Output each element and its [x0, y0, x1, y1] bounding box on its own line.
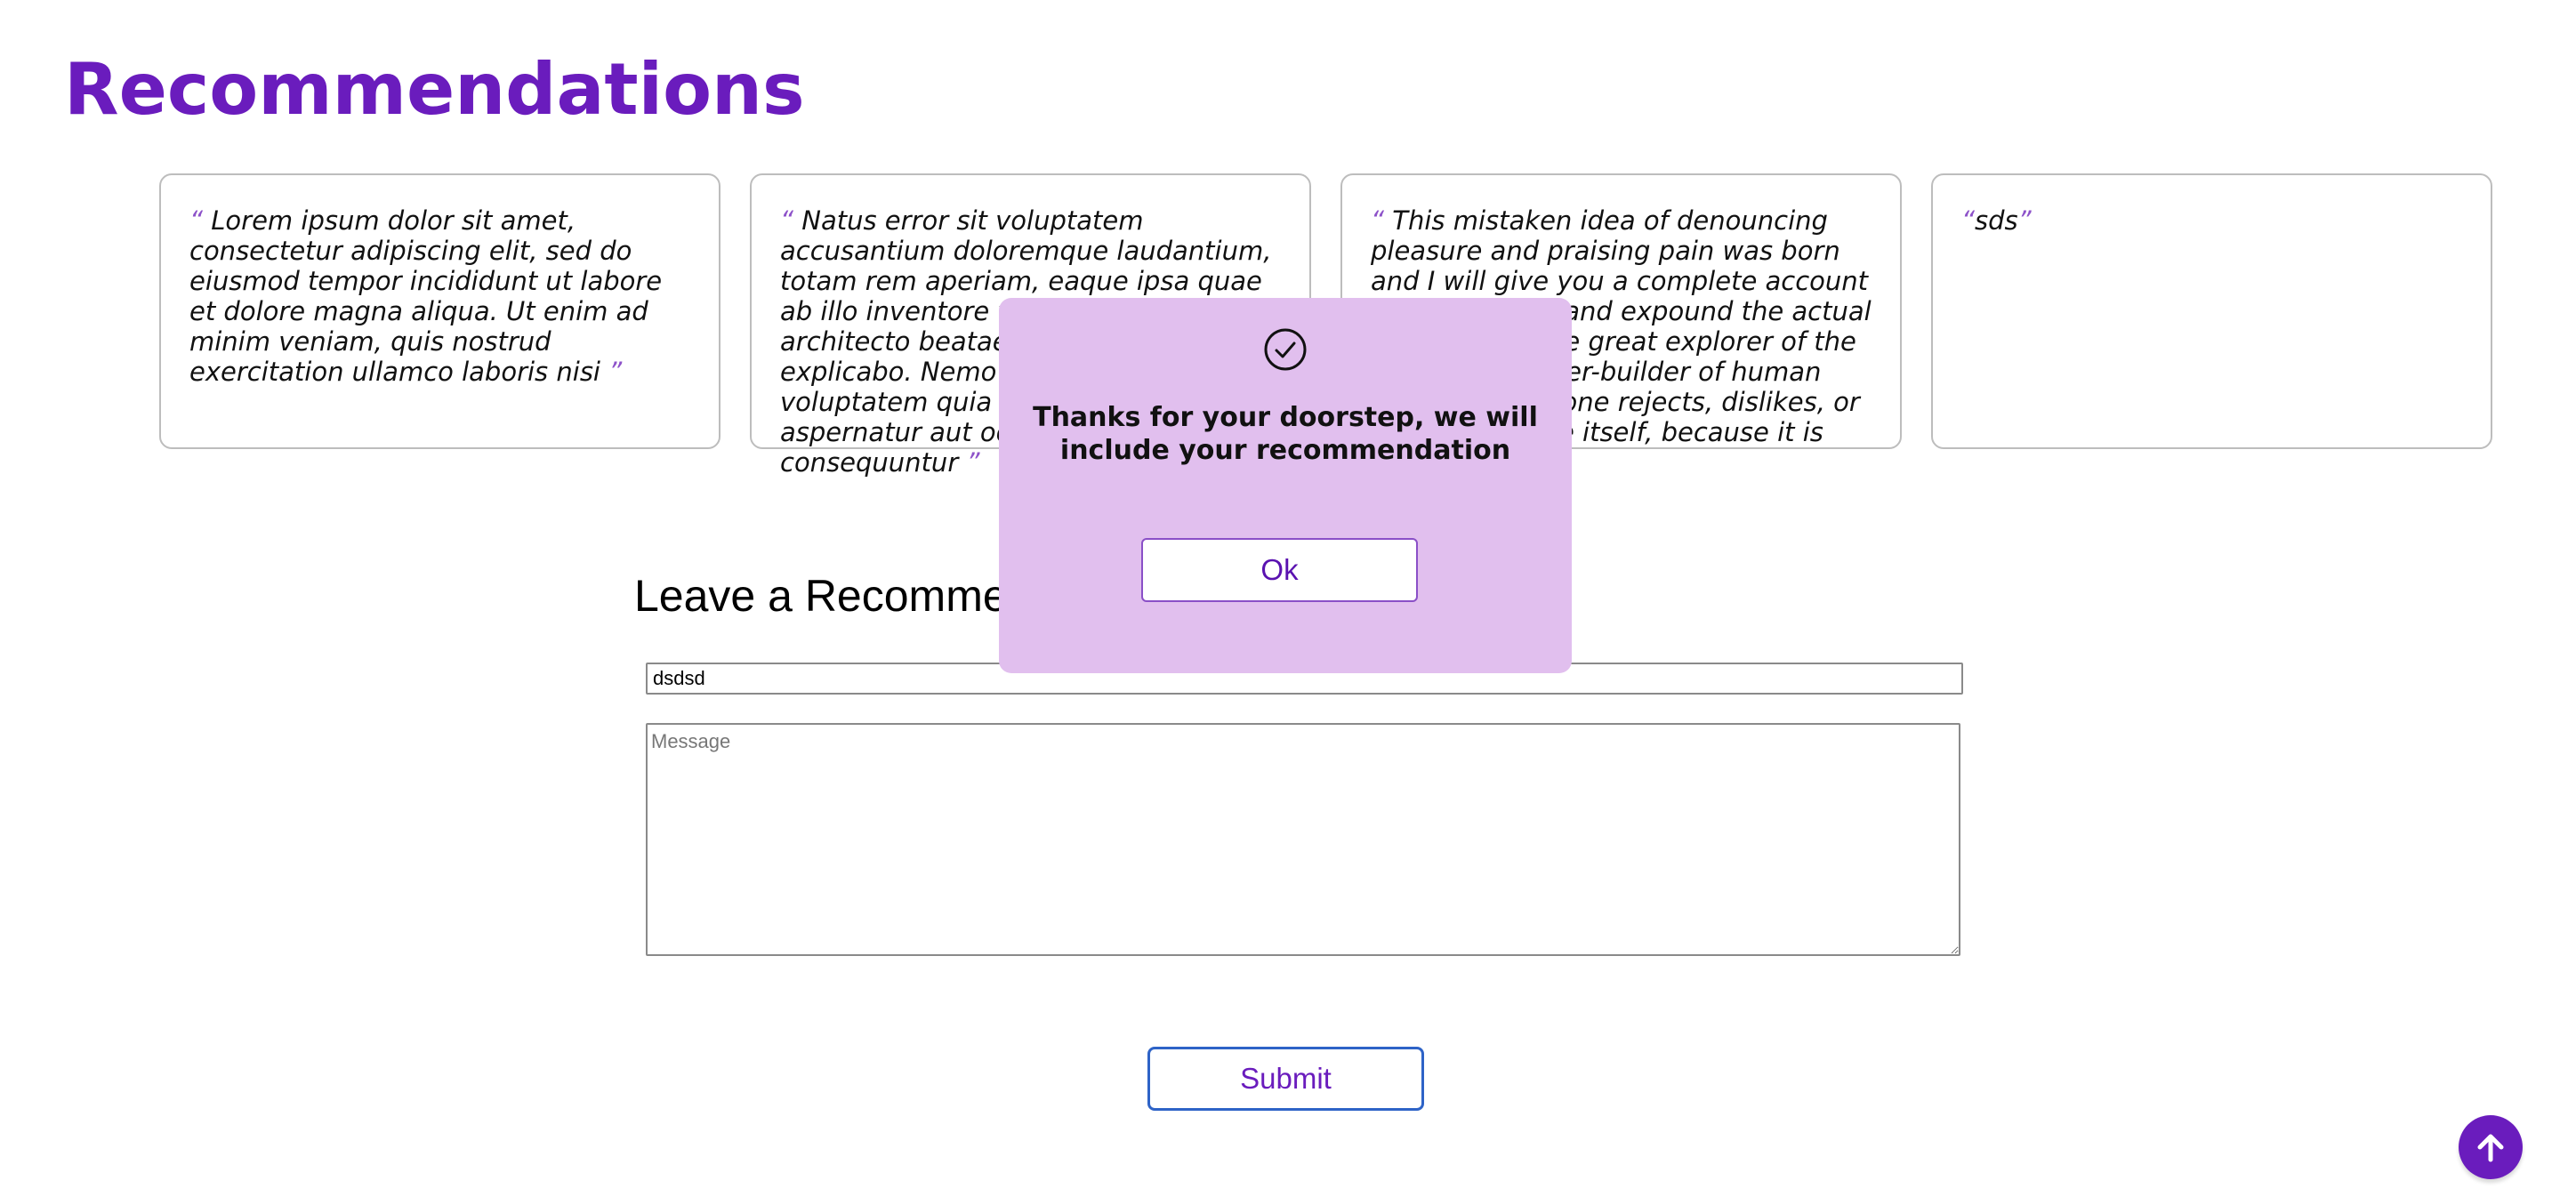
close-quote-mark: ” [2017, 205, 2032, 236]
recommendation-text: “ Lorem ipsum dolor sit amet, consectetu… [189, 205, 690, 387]
message-textarea[interactable] [646, 723, 1960, 956]
open-quote-mark: “ [1961, 205, 1976, 236]
check-circle-icon [1264, 328, 1307, 371]
open-quote-mark: “ [1371, 205, 1385, 236]
scroll-to-top-button[interactable] [2459, 1115, 2523, 1179]
open-quote-mark: “ [780, 205, 794, 236]
page-title: Recommendations [64, 48, 805, 131]
ok-button[interactable]: Ok [1141, 538, 1418, 602]
recommendation-body: sds [1975, 205, 2018, 236]
recommendation-text: “sds” [1961, 205, 2462, 236]
close-quote-mark: ” [608, 357, 623, 387]
recommendation-card: “ Lorem ipsum dolor sit amet, consectetu… [159, 173, 720, 449]
recommendation-card: “sds” [1931, 173, 2492, 449]
submit-button[interactable]: Submit [1147, 1047, 1424, 1111]
confirmation-modal: Thanks for your doorstep, we will includ… [999, 298, 1572, 673]
arrow-up-icon [2477, 1134, 2504, 1162]
close-quote-mark: ” [966, 447, 980, 478]
modal-message: Thanks for your doorstep, we will includ… [1033, 402, 1538, 466]
open-quote-mark: “ [189, 205, 204, 236]
recommendation-body: Lorem ipsum dolor sit amet, consectetur … [189, 205, 663, 387]
